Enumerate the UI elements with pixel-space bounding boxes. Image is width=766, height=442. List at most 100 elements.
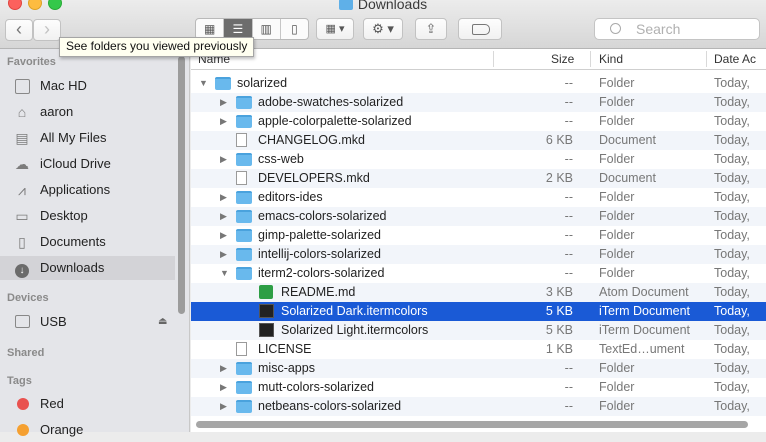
disclosure-collapsed-icon[interactable]: ▶: [220, 226, 227, 245]
disclosure-expanded-icon[interactable]: ▼: [220, 264, 229, 283]
share-icon: ⇪: [425, 21, 437, 36]
file-date: Today,: [714, 76, 750, 90]
sidebar-scrollbar[interactable]: [178, 56, 185, 314]
column-divider[interactable]: [590, 51, 591, 67]
disclosure-collapsed-icon[interactable]: ▶: [220, 359, 227, 378]
eject-icon[interactable]: ⏏: [158, 310, 167, 334]
column-divider[interactable]: [706, 51, 707, 67]
icon-view-button[interactable]: ▦: [196, 19, 225, 39]
file-kind: Folder: [599, 76, 635, 90]
file-kind: Folder: [599, 152, 635, 166]
table-row[interactable]: README.md 3 KB Atom Document Today,: [191, 283, 766, 302]
file-size: 5 KB: [545, 323, 573, 337]
table-row[interactable]: ▶ netbeans-colors-solarized -- Folder Today,: [191, 397, 766, 416]
disclosure-collapsed-icon[interactable]: ▶: [220, 112, 227, 131]
disclosure-collapsed-icon[interactable]: ▶: [220, 245, 227, 264]
file-name: adobe-swatches-solarized: [258, 95, 404, 109]
file-name: netbeans-colors-solarized: [258, 399, 402, 413]
file-kind: Document: [599, 133, 656, 147]
column-view-button[interactable]: ▥: [253, 19, 281, 39]
file-size: --: [564, 247, 573, 261]
action-button[interactable]: ⚙ ▾: [363, 18, 403, 40]
arrange-button[interactable]: ▦ ▾: [316, 18, 354, 40]
disclosure-collapsed-icon[interactable]: ▶: [220, 150, 227, 169]
orange-tag-dot-icon: [17, 424, 29, 436]
file-kind: iTerm Document: [599, 323, 690, 337]
sidebar-item-aaron[interactable]: ⌂ aaron: [0, 100, 175, 124]
sidebar-tag-orange[interactable]: Orange: [0, 418, 175, 442]
file-date: Today,: [714, 95, 750, 109]
sidebar-tag-red[interactable]: Red: [0, 392, 175, 416]
file-date: Today,: [714, 342, 750, 356]
forward-button[interactable]: ›: [33, 19, 61, 41]
sidebar-item-usb[interactable]: USB ⏏: [0, 310, 175, 334]
table-row[interactable]: ▶ intellij-colors-solarized -- Folder Today,: [191, 245, 766, 264]
file-name: emacs-colors-solarized: [258, 209, 387, 223]
cloud-icon: ☁: [15, 156, 29, 172]
file-size: 5 KB: [545, 304, 573, 318]
column-divider[interactable]: [493, 51, 494, 67]
file-date: Today,: [714, 285, 750, 299]
file-size: --: [564, 76, 573, 90]
back-button[interactable]: ‹: [5, 19, 33, 41]
sidebar-item-mac-hd[interactable]: Mac HD: [0, 74, 175, 98]
sidebar-item-label: Orange: [40, 422, 84, 437]
disclosure-collapsed-icon[interactable]: ▶: [220, 207, 227, 226]
table-row[interactable]: LICENSE 1 KB TextEd…ument Today,: [191, 340, 766, 359]
file-name: DEVELOPERS.mkd: [258, 171, 370, 185]
column-header-kind[interactable]: Kind: [599, 52, 623, 66]
sidebar-item-downloads[interactable]: ↓ Downloads: [0, 256, 175, 280]
sidebar-item-icloud-drive[interactable]: ☁ iCloud Drive: [0, 152, 175, 176]
table-row[interactable]: ▶ adobe-swatches-solarized -- Folder Today,: [191, 93, 766, 112]
shared-header: Shared: [7, 347, 45, 359]
file-kind: Folder: [599, 399, 635, 413]
hard-drive-icon: [14, 79, 30, 94]
search-field[interactable]: Search: [594, 18, 760, 40]
document-icon: [236, 133, 247, 147]
sidebar-item-documents[interactable]: ▯ Documents: [0, 230, 175, 254]
file-name: README.md: [281, 285, 356, 299]
disclosure-collapsed-icon[interactable]: ▶: [220, 93, 227, 112]
table-row[interactable]: ▶ mutt-colors-solarized -- Folder Today,: [191, 378, 766, 397]
file-date: Today,: [714, 114, 750, 128]
file-name: css-web: [258, 152, 304, 166]
table-row[interactable]: CHANGELOG.mkd 6 KB Document Today,: [191, 131, 766, 150]
file-name: intellij-colors-solarized: [258, 247, 381, 261]
disclosure-collapsed-icon[interactable]: ▶: [220, 397, 227, 416]
sidebar-item-desktop[interactable]: ▭ Desktop: [0, 204, 175, 228]
file-date: Today,: [714, 323, 750, 337]
folder-icon: [236, 267, 252, 280]
applications-icon: ⩘: [18, 182, 26, 198]
table-row[interactable]: ▼ iterm2-colors-solarized -- Folder Today,: [191, 264, 766, 283]
table-row[interactable]: Solarized Dark.itermcolors 5 KB iTerm Docu…: [191, 302, 766, 321]
table-row[interactable]: DEVELOPERS.mkd 2 KB Document Today,: [191, 169, 766, 188]
table-row[interactable]: ▶ gimp-palette-solarized -- Folder Today,: [191, 226, 766, 245]
list-view-button[interactable]: ☰: [224, 19, 253, 39]
file-name: gimp-palette-solarized: [258, 228, 381, 242]
disclosure-collapsed-icon[interactable]: ▶: [220, 188, 227, 207]
table-row[interactable]: ▶ editors-ides -- Folder Today,: [191, 188, 766, 207]
column-header-date[interactable]: Date Ac: [714, 52, 756, 66]
sidebar-item-applications[interactable]: ⩘ Applications: [0, 178, 175, 202]
column-header-size[interactable]: Size: [551, 52, 574, 66]
red-tag-dot-icon: [17, 398, 29, 410]
folder-icon: [236, 210, 252, 223]
file-date: Today,: [714, 133, 750, 147]
disclosure-expanded-icon[interactable]: ▼: [199, 74, 208, 93]
table-row[interactable]: ▼ solarized -- Folder Today,: [191, 74, 766, 93]
table-row[interactable]: ▶ apple-colorpalette-solarized -- Folder Tod…: [191, 112, 766, 131]
sidebar-item-all-my-files[interactable]: ▤ All My Files: [0, 126, 175, 150]
horizontal-scrollbar[interactable]: [196, 421, 748, 428]
table-row[interactable]: ▶ emacs-colors-solarized -- Folder Today,: [191, 207, 766, 226]
file-date: Today,: [714, 266, 750, 280]
iterm-file-icon: [259, 323, 274, 337]
tags-button[interactable]: [458, 18, 502, 40]
cover-flow-view-button[interactable]: ▯: [281, 19, 308, 39]
table-row[interactable]: ▶ css-web -- Folder Today,: [191, 150, 766, 169]
share-button[interactable]: ⇪: [415, 18, 447, 40]
file-name: misc-apps: [258, 361, 315, 375]
table-row[interactable]: ▶ misc-apps -- Folder Today,: [191, 359, 766, 378]
disclosure-collapsed-icon[interactable]: ▶: [220, 378, 227, 397]
table-row[interactable]: Solarized Light.itermcolors 5 KB iTerm Doc…: [191, 321, 766, 340]
sidebar-item-label: Red: [40, 396, 64, 411]
